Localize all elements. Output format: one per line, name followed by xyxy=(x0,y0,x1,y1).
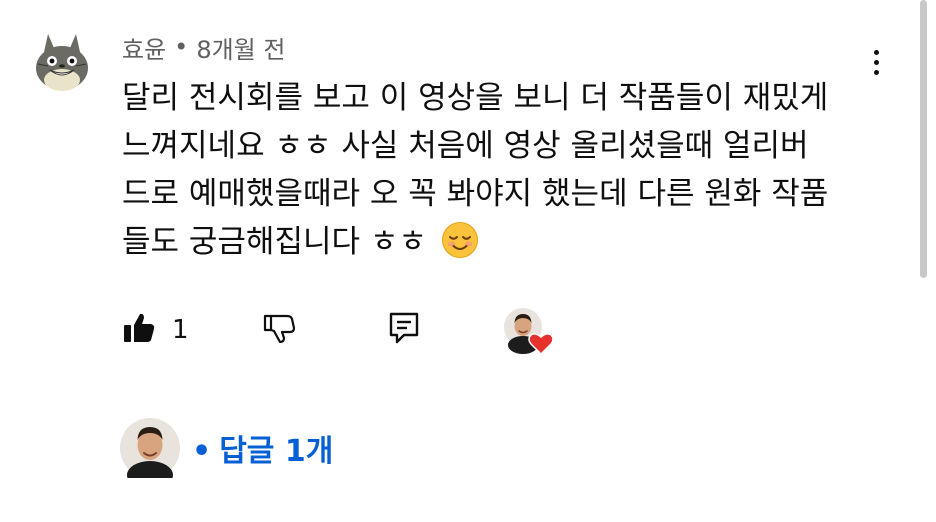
reply-button[interactable] xyxy=(388,311,420,349)
replies-row[interactable]: • 답글 1개 xyxy=(120,418,333,489)
like-count: 1 xyxy=(172,315,189,345)
creator-heart-badge xyxy=(504,308,556,356)
comment-author[interactable]: 효윤 xyxy=(122,30,166,65)
thumbs-down-icon xyxy=(262,311,296,349)
commenter-avatar[interactable] xyxy=(30,30,94,94)
comment-line: 느껴지네요 ㅎㅎ 사실 처음에 영상 올리셨을때 얼리버 xyxy=(122,128,809,164)
comment-line-text: 들도 궁금해집니다 ㅎㅎ xyxy=(122,224,427,260)
comment-text: 달리 전시회를 보고 이 영상을 보니 더 작품들이 재밌게 느껴지네요 ㅎㅎ … xyxy=(122,74,882,266)
like-button[interactable]: 1 xyxy=(122,311,189,349)
comment-meta: 효윤 • 8개월 전 xyxy=(122,30,285,64)
reply-author-avatar xyxy=(120,418,180,489)
totoro-avatar-icon xyxy=(30,30,94,94)
smiling-face-icon xyxy=(441,221,479,259)
comment-time: 8개월 전 xyxy=(196,35,286,64)
scrollbar[interactable] xyxy=(920,0,927,278)
comment-line: 드로 예매했을때라 오 꼭 봐야지 했는데 다른 원화 작품 xyxy=(122,176,829,212)
replies-label: 답글 1개 xyxy=(219,434,334,469)
thumbs-up-icon xyxy=(122,311,156,349)
comment-line: 달리 전시회를 보고 이 영상을 보니 더 작품들이 재밌게 xyxy=(122,80,829,116)
replies-separator: • xyxy=(192,434,212,469)
comment-reply-icon xyxy=(388,311,420,349)
dislike-button[interactable] xyxy=(262,311,296,349)
comment-line-last: 들도 궁금해집니다 ㅎㅎ xyxy=(122,218,882,266)
meta-separator: • xyxy=(174,33,189,61)
view-replies-link[interactable]: • 답글 1개 xyxy=(192,426,333,470)
